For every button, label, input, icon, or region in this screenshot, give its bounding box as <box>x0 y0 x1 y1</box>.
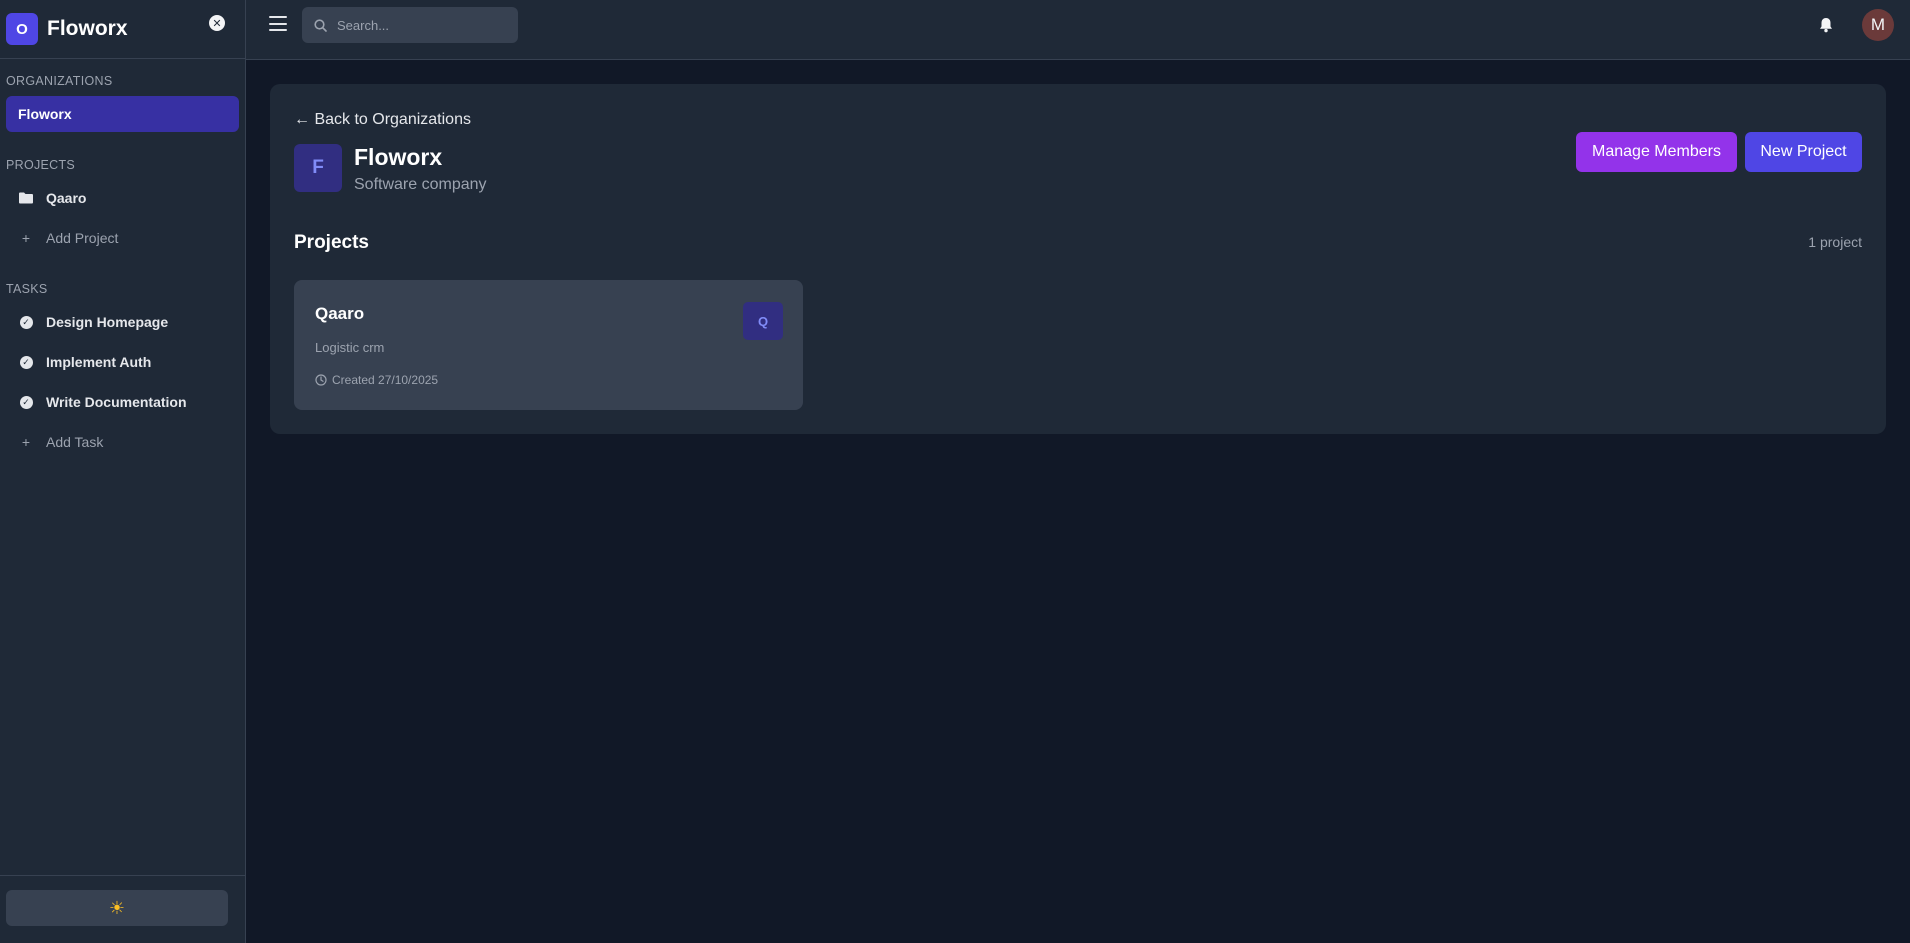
projects-section-title: Projects <box>6 158 76 172</box>
organization-name: Floworx <box>354 144 443 170</box>
project-created-text: Created 27/10/2025 <box>332 373 439 387</box>
sidebar-item-write-documentation[interactable]: ✓ Write Documentation <box>0 382 245 422</box>
projects-count: 1 project <box>1808 234 1862 250</box>
plus-icon: + <box>21 434 31 450</box>
close-sidebar-icon[interactable]: ✕ <box>209 15 225 31</box>
clock-icon <box>315 374 327 386</box>
project-card-qaaro[interactable]: Qaaro Logistic crm Created 27/10/2025 Q <box>294 280 803 410</box>
folder-icon <box>19 191 33 205</box>
add-task-button[interactable]: + Add Task <box>0 422 245 462</box>
topbar: M <box>246 0 1910 60</box>
project-created-date: Created 27/10/2025 <box>315 373 438 387</box>
check-circle-icon: ✓ <box>19 315 33 329</box>
user-avatar[interactable]: M <box>1862 9 1894 41</box>
back-to-organizations-link[interactable]: ← Back to Organizations <box>294 111 471 129</box>
organizations-section-title: Organizations <box>6 74 113 88</box>
theme-toggle-button[interactable]: ☀ <box>6 890 228 926</box>
sidebar-footer: ☀ <box>0 875 245 943</box>
sidebar-brand: O Floworx ✕ <box>0 0 245 59</box>
sidebar-item-label: Qaaro <box>46 190 87 206</box>
sidebar-item-floworx[interactable]: Floworx <box>6 96 239 132</box>
search-box[interactable] <box>302 7 518 43</box>
sun-icon: ☀ <box>108 897 126 918</box>
brand-name: Floworx <box>47 17 128 40</box>
organization-description: Software company <box>354 176 487 193</box>
manage-members-button[interactable]: Manage Members <box>1576 132 1737 172</box>
check-circle-icon: ✓ <box>19 355 33 369</box>
sidebar-item-qaaro[interactable]: Qaaro <box>0 178 245 218</box>
sidebar-item-label: Write Documentation <box>46 394 187 410</box>
sidebar: O Floworx ✕ Organizations Floworx Projec… <box>0 0 246 943</box>
project-badge: Q <box>743 302 783 340</box>
bell-icon[interactable] <box>1817 16 1835 34</box>
project-description: Logistic crm <box>315 340 385 355</box>
search-icon <box>314 18 327 32</box>
brand-logo: O <box>6 13 38 45</box>
projects-heading: Projects <box>294 232 369 253</box>
menu-icon[interactable] <box>269 16 287 31</box>
add-task-label: Add Task <box>46 434 104 450</box>
sidebar-item-implement-auth[interactable]: ✓ Implement Auth <box>0 342 245 382</box>
plus-icon: + <box>21 230 31 246</box>
search-input[interactable] <box>337 17 507 33</box>
sidebar-item-design-homepage[interactable]: ✓ Design Homepage <box>0 302 245 342</box>
new-project-button[interactable]: New Project <box>1745 132 1862 172</box>
sidebar-item-label: Implement Auth <box>46 354 152 370</box>
add-project-label: Add Project <box>46 230 119 246</box>
check-circle-icon: ✓ <box>19 395 33 409</box>
project-name: Qaaro <box>315 304 365 323</box>
organization-panel: ← Back to Organizations F Floworx Softwa… <box>270 84 1886 434</box>
tasks-section-title: Tasks <box>6 282 48 296</box>
sidebar-item-label: Design Homepage <box>46 314 169 330</box>
add-project-button[interactable]: + Add Project <box>0 218 245 258</box>
organization-avatar: F <box>294 144 342 192</box>
